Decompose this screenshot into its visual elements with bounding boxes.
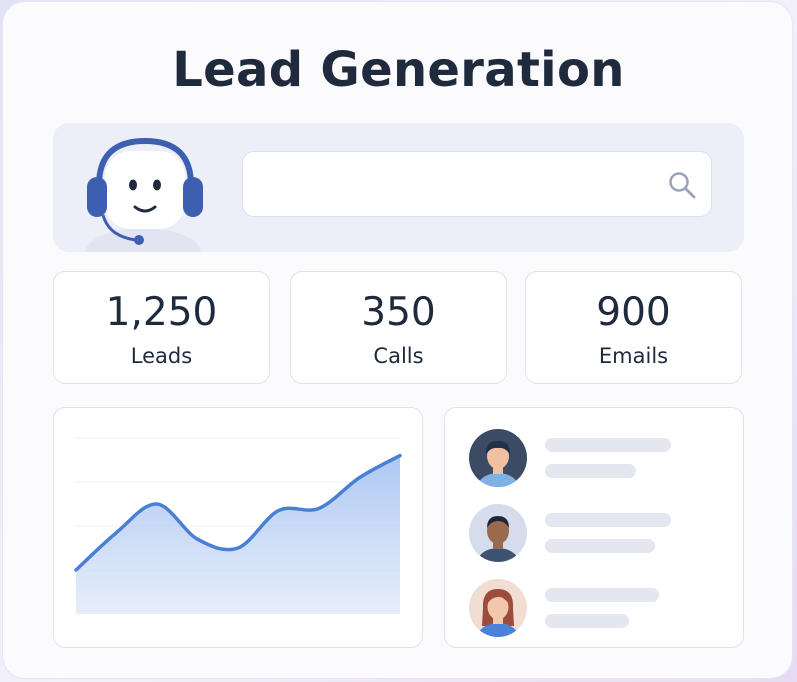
page-title: Lead Generation	[172, 42, 625, 98]
stat-value: 350	[361, 290, 436, 335]
placeholder-line	[545, 539, 655, 553]
stat-card-calls: 350 Calls	[290, 271, 507, 384]
chart-area	[76, 455, 400, 614]
search-icon[interactable]	[667, 170, 697, 200]
search-input[interactable]	[257, 164, 661, 206]
stat-value: 1,250	[105, 290, 218, 335]
stat-value: 900	[596, 290, 671, 335]
list-item[interactable]	[445, 578, 743, 638]
placeholder-line	[545, 464, 636, 478]
stat-label: Calls	[373, 344, 424, 368]
placeholder-line	[545, 438, 671, 452]
contacts-list	[444, 407, 744, 648]
area-chart	[74, 437, 402, 614]
stat-card-leads: 1,250 Leads	[53, 271, 270, 384]
list-item[interactable]	[445, 503, 743, 563]
woman-avatar-icon	[469, 579, 527, 637]
assistant-banner	[53, 123, 744, 252]
headset-robot-icon	[85, 137, 203, 252]
stat-label: Emails	[598, 344, 669, 368]
man-avatar-icon	[469, 429, 527, 487]
placeholder-line	[545, 588, 659, 602]
placeholder-line	[545, 513, 671, 527]
leads-chart-card	[53, 407, 423, 648]
placeholder-line	[545, 614, 629, 628]
list-item[interactable]	[445, 428, 743, 488]
search-bar[interactable]	[242, 151, 712, 217]
man-avatar-icon	[469, 504, 527, 562]
stat-label: Leads	[130, 344, 193, 368]
stat-card-emails: 900 Emails	[525, 271, 742, 384]
